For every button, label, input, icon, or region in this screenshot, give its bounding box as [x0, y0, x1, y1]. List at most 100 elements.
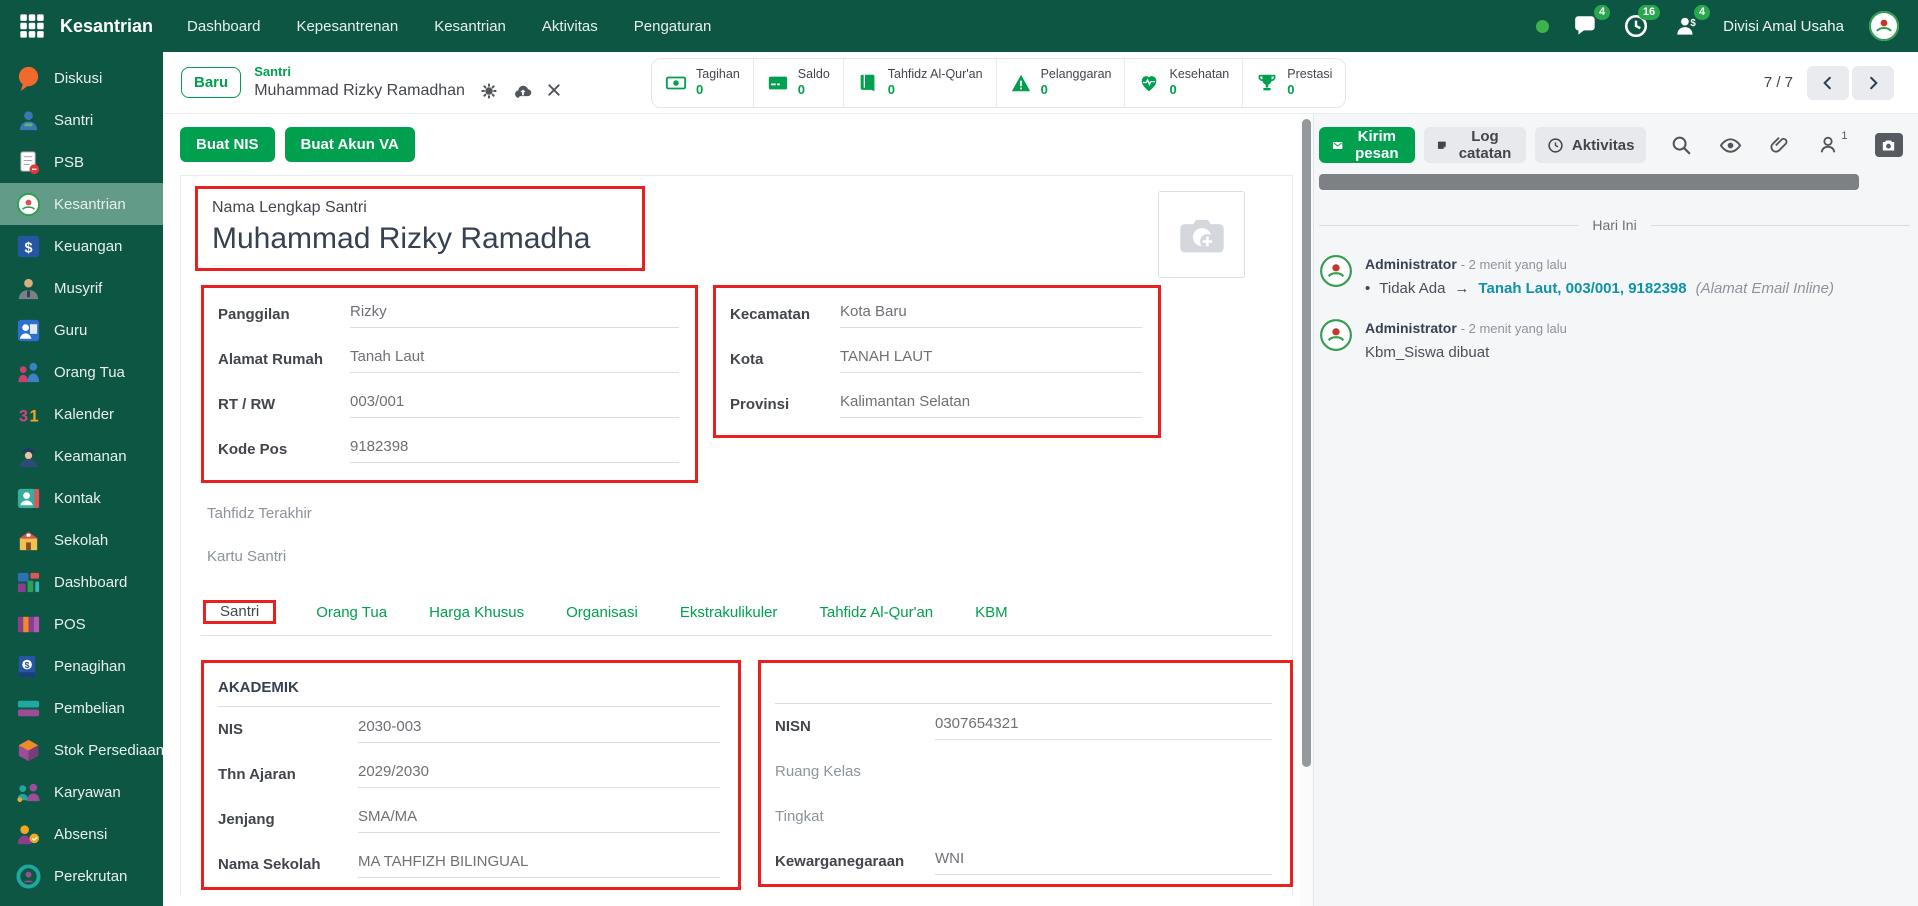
gear-icon[interactable] — [480, 82, 498, 100]
name-field-input[interactable]: Muhammad Rizky Ramadha — [212, 217, 627, 266]
sidebar-item-santri[interactable]: Santri — [0, 99, 163, 141]
sidebar-item-label: Absensi — [54, 825, 108, 843]
tab-harga-khusus[interactable]: Harga Khusus — [427, 592, 526, 635]
student-icon — [15, 107, 42, 134]
tab-kbm[interactable]: KBM — [973, 592, 1010, 635]
field-input[interactable]: Rizky — [350, 301, 679, 328]
eye-icon[interactable] — [1719, 134, 1742, 156]
sidebar-item-psb[interactable]: PSB — [0, 141, 163, 183]
field-input[interactable]: Kalimantan Selatan — [840, 391, 1142, 418]
cloud-save-icon[interactable] — [513, 82, 532, 100]
tab-ekstrakulikuler[interactable]: Ekstrakulikuler — [678, 592, 780, 635]
menu-kepesantrenan[interactable]: Kepesantrenan — [296, 18, 398, 35]
send-message-button[interactable]: Kirim pesan — [1319, 127, 1416, 163]
group-title-akademik: AKADEMIK — [218, 673, 720, 707]
paperclip-icon[interactable] — [1768, 134, 1790, 156]
stat-button-tahfidz[interactable]: Tahfidz Al-Qur'an 0 — [842, 58, 996, 107]
followers-button[interactable]: 1 — [1817, 130, 1848, 156]
field-input[interactable] — [935, 812, 1272, 821]
menu-pengaturan[interactable]: Pengaturan — [634, 18, 712, 35]
scrollbar-thumb[interactable] — [1302, 119, 1311, 767]
sidebar-item-absensi[interactable]: Absensi — [0, 813, 163, 855]
requests-icon[interactable]: $ 4 — [1673, 5, 1711, 39]
log-note-button[interactable]: Log catatan — [1424, 127, 1526, 163]
sidebar-item-keuangan[interactable]: $ Keuangan — [0, 225, 163, 267]
book-icon — [857, 72, 879, 94]
sidebar-item-stok[interactable]: Stok Persediaan — [0, 729, 164, 771]
pager-previous-button[interactable] — [1807, 65, 1849, 100]
teacher-icon — [15, 317, 42, 344]
buat-nis-button[interactable]: Buat NIS — [180, 127, 275, 162]
messages-icon[interactable]: 4 — [1573, 5, 1611, 39]
message-author[interactable]: Administrator — [1365, 256, 1457, 272]
field-label-kartu-santri[interactable]: Kartu Santri — [207, 548, 1272, 565]
sidebar-item-dashboard[interactable]: Dashboard — [0, 561, 163, 603]
message-avatar[interactable] — [1319, 254, 1353, 288]
message-body: • Tidak Ada → Tanah Laut, 003/001, 91823… — [1365, 280, 1834, 297]
stat-button-kesehatan[interactable]: Kesehatan 0 — [1124, 58, 1243, 107]
menu-dashboard[interactable]: Dashboard — [187, 18, 260, 35]
user-avatar[interactable] — [1868, 10, 1900, 42]
status-badge[interactable]: Baru — [181, 67, 242, 98]
sidebar-item-kalender[interactable]: 31 Kalender — [0, 393, 163, 435]
stat-button-saldo[interactable]: Saldo 0 — [752, 58, 843, 107]
activities-clock-icon[interactable]: 16 — [1623, 5, 1661, 39]
stat-label: Saldo — [797, 66, 830, 81]
field-input[interactable] — [935, 767, 1272, 776]
discard-x-icon[interactable] — [546, 82, 564, 100]
field-label-tahfidz-terakhir[interactable]: Tahfidz Terakhir — [207, 505, 1272, 522]
sidebar-item-kesantrian[interactable]: Kesantrian — [0, 183, 163, 225]
photo-upload-box[interactable] — [1158, 191, 1245, 278]
field-input[interactable]: 9182398 — [350, 436, 679, 463]
message-avatar[interactable] — [1319, 318, 1353, 352]
tab-tahfidz[interactable]: Tahfidz Al-Qur'an — [817, 592, 935, 635]
menu-aktivitas[interactable]: Aktivitas — [542, 18, 598, 35]
sidebar-item-orang-tua[interactable]: Orang Tua — [0, 351, 163, 393]
tab-santri[interactable]: Santri — [218, 593, 261, 630]
group-title-empty — [775, 673, 1272, 704]
stat-button-prestasi[interactable]: Prestasi 0 — [1242, 58, 1346, 107]
sidebar-item-musyrif[interactable]: Musyrif — [0, 267, 163, 309]
search-messages-icon[interactable] — [1670, 134, 1692, 156]
tab-organisasi[interactable]: Organisasi — [564, 592, 640, 635]
stat-button-pelanggaran[interactable]: Pelanggaran 0 — [995, 58, 1125, 107]
field-input[interactable]: 2030-003 — [358, 716, 720, 743]
sidebar-item-kontak[interactable]: Kontak — [0, 477, 163, 519]
sidebar-item-penagihan[interactable]: $ Penagihan — [0, 645, 163, 687]
tab-orang-tua[interactable]: Orang Tua — [314, 592, 389, 635]
field-input[interactable]: Tanah Laut — [350, 346, 679, 373]
message-author[interactable]: Administrator — [1365, 320, 1457, 336]
field-input[interactable]: TANAH LAUT — [840, 346, 1142, 373]
field-input[interactable]: 003/001 — [350, 391, 679, 418]
field-input[interactable]: WNI — [935, 848, 1272, 875]
field-label[interactable]: Tingkat — [775, 808, 935, 825]
app-brand[interactable]: Kesantrian — [60, 16, 153, 37]
sidebar-item-label: POS — [54, 615, 86, 633]
apps-grid-icon[interactable] — [18, 12, 46, 40]
chatter-toolbar: Kirim pesan Log catatan Aktivitas 1 — [1319, 127, 1918, 163]
sidebar-item-diskusi[interactable]: Diskusi — [0, 57, 163, 99]
stat-button-tagihan[interactable]: Tagihan 0 — [652, 58, 753, 107]
pager-next-button[interactable] — [1852, 65, 1894, 100]
camera-chip-icon[interactable] — [1874, 133, 1903, 157]
menu-kesantrian[interactable]: Kesantrian — [434, 18, 506, 35]
breadcrumb-model-link[interactable]: Santri — [254, 64, 564, 80]
field-input[interactable]: 2029/2030 — [358, 761, 720, 788]
field-input[interactable]: 0307654321 — [935, 713, 1272, 740]
sidebar-item-keamanan[interactable]: Keamanan — [0, 435, 163, 477]
sidebar-item-pos[interactable]: POS — [0, 603, 163, 645]
field-input[interactable]: MA TAHFIZH BILINGUAL — [358, 851, 720, 878]
user-menu[interactable]: Divisi Amal Usaha — [1723, 18, 1844, 35]
field-label[interactable]: Ruang Kelas — [775, 763, 935, 780]
activity-button[interactable]: Aktivitas — [1534, 127, 1647, 163]
tracking-new-value-link[interactable]: Tanah Laut, 003/001, 9182398 — [1478, 280, 1686, 297]
buat-akun-va-button[interactable]: Buat Akun VA — [284, 127, 415, 162]
field-input[interactable]: SMA/MA — [358, 806, 720, 833]
field-input[interactable]: Kota Baru — [840, 301, 1142, 328]
sidebar-item-guru[interactable]: Guru — [0, 309, 163, 351]
sidebar-item-sekolah[interactable]: Sekolah — [0, 519, 163, 561]
sidebar-item-pembelian[interactable]: Pembelian — [0, 687, 163, 729]
field-label: Kota — [730, 351, 764, 368]
sidebar-item-perekrutan[interactable]: Perekrutan — [0, 855, 163, 897]
sidebar-item-karyawan[interactable]: Karyawan — [0, 771, 163, 813]
